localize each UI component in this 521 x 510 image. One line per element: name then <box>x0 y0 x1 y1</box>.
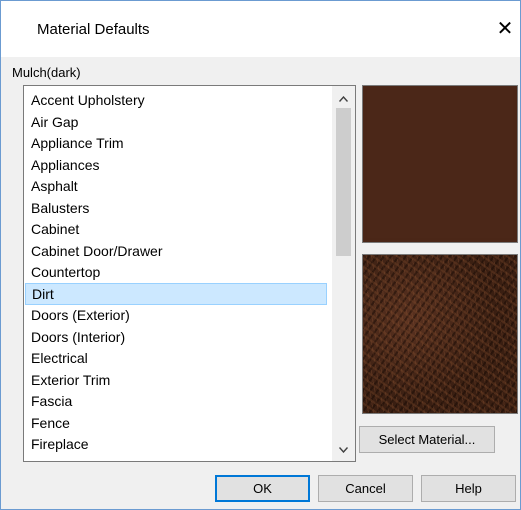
material-texture-preview <box>362 254 518 414</box>
list-item[interactable]: Fence <box>25 412 327 434</box>
list-item[interactable]: Electrical <box>25 347 327 369</box>
dialog-title: Material Defaults <box>37 21 150 38</box>
list-item[interactable]: Accent Upholstery <box>25 89 327 111</box>
material-name-label: Mulch(dark) <box>12 65 81 80</box>
list-item[interactable]: Asphalt <box>25 175 327 197</box>
list-item[interactable]: Cabinet <box>25 218 327 240</box>
ok-button[interactable]: OK <box>215 475 310 502</box>
list-item[interactable]: Countertop <box>25 261 327 283</box>
list-item[interactable]: Dirt <box>25 282 327 305</box>
help-button[interactable]: Help <box>421 475 516 502</box>
swatch-fill <box>367 90 513 238</box>
close-icon[interactable]: ✕ <box>490 15 520 43</box>
material-defaults-dialog: Material Defaults ✕ Mulch(dark) Accent U… <box>0 0 521 510</box>
scroll-up-icon[interactable] <box>332 90 355 108</box>
list-item[interactable]: Air Gap <box>25 111 327 133</box>
list-item[interactable]: Cabinet Door/Drawer <box>25 240 327 262</box>
cancel-button[interactable]: Cancel <box>318 475 413 502</box>
list-item[interactable]: Fascia <box>25 390 327 412</box>
vertical-scrollbar[interactable] <box>332 86 355 461</box>
material-color-swatch <box>362 85 518 243</box>
select-material-button[interactable]: Select Material... <box>359 426 495 453</box>
material-category-list[interactable]: Accent Upholstery Air Gap Appliance Trim Ap… <box>23 85 356 462</box>
list-item[interactable]: Fireplace <box>25 433 327 455</box>
list-item[interactable]: Balusters <box>25 197 327 219</box>
list-item[interactable]: Doors (Interior) <box>25 326 327 348</box>
list-item[interactable]: Exterior Trim <box>25 369 327 391</box>
list-item[interactable]: Doors (Exterior) <box>25 304 327 326</box>
scrollbar-thumb[interactable] <box>336 108 351 256</box>
scroll-down-icon[interactable] <box>332 441 355 459</box>
list-item[interactable]: Appliance Trim <box>25 132 327 154</box>
title-bar: Material Defaults ✕ <box>1 1 520 57</box>
list-item[interactable]: Appliances <box>25 154 327 176</box>
